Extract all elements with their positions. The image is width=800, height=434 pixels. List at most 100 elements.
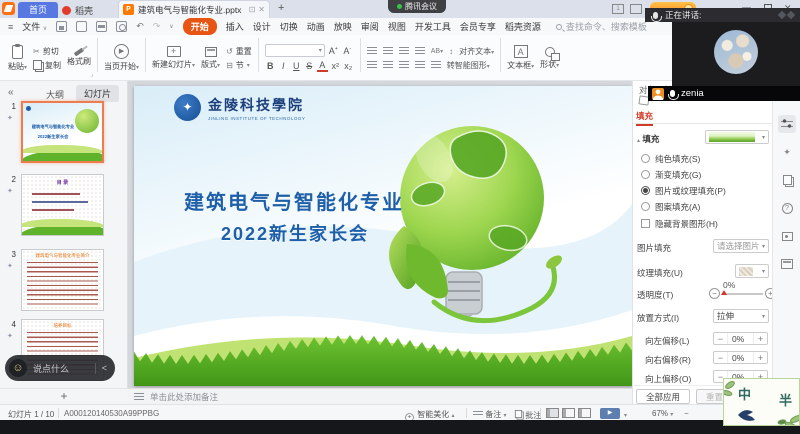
strip-effects-icon[interactable]: ✦ bbox=[778, 143, 796, 161]
group-expander-icon[interactable]: ⌟ bbox=[90, 71, 93, 78]
strip-properties-icon[interactable] bbox=[778, 115, 796, 133]
meeting-dock-pill[interactable]: 腾讯会议 bbox=[388, 0, 446, 13]
grow-font-icon[interactable]: A+ bbox=[328, 46, 339, 56]
layout-button[interactable]: 版式▾ bbox=[201, 47, 220, 70]
strip-pages-icon[interactable] bbox=[778, 171, 796, 189]
transparency-minus-icon[interactable]: − bbox=[709, 288, 720, 299]
paste-button[interactable]: 粘贴▾ bbox=[8, 45, 27, 72]
line-spacing-icon[interactable] bbox=[431, 61, 441, 69]
redo-icon[interactable]: ↷ bbox=[153, 21, 161, 32]
cut-button[interactable]: ✂剪切 bbox=[33, 46, 61, 57]
sort-text-icon[interactable]: ↕ bbox=[449, 47, 453, 56]
fill-option-pattern[interactable]: 图案填充(A) bbox=[641, 201, 700, 213]
meeting-chat-bubble[interactable]: ☺ 说点什么 < bbox=[5, 355, 115, 381]
slide-title-line1[interactable]: 建筑电气与智能化专业 bbox=[162, 186, 426, 215]
strip-image-icon[interactable] bbox=[778, 227, 796, 245]
superscript-button[interactable]: x² bbox=[330, 61, 341, 71]
bold-button[interactable]: B bbox=[265, 61, 276, 71]
shape-button[interactable]: 形状▾ bbox=[540, 47, 559, 70]
tab-pin-icon[interactable]: ⊡ bbox=[249, 5, 256, 14]
transparency-track[interactable] bbox=[723, 293, 763, 295]
strip-help-icon[interactable]: ? bbox=[778, 199, 796, 217]
underline-button[interactable]: U bbox=[291, 61, 302, 71]
slide-thumbnail-3[interactable]: 建筑电气与智能化专业简介 bbox=[21, 249, 104, 311]
slideshow-play-button[interactable]: ▶ bbox=[600, 408, 620, 419]
increase-indent-icon[interactable] bbox=[415, 47, 425, 55]
quickbar-more-icon[interactable]: ∨ bbox=[169, 23, 173, 30]
collapse-panel-icon[interactable]: « bbox=[8, 87, 14, 98]
slides-tab[interactable]: 幻灯片 bbox=[76, 85, 119, 102]
format-painter-button[interactable]: 格式刷 bbox=[67, 50, 91, 67]
decrease-indent-icon[interactable] bbox=[399, 47, 409, 55]
new-slide-button[interactable]: +新建幻灯片▾ bbox=[152, 46, 195, 70]
notes-bar[interactable]: 单击此处添加备注 bbox=[128, 388, 632, 404]
meeting-video-window[interactable] bbox=[672, 22, 800, 86]
emoji-icon[interactable]: ☺ bbox=[9, 359, 27, 377]
fill-option-gradient[interactable]: 渐变填充(G) bbox=[641, 169, 701, 181]
tab-close-icon[interactable]: ✕ bbox=[258, 5, 265, 14]
meeting-speaking-bar[interactable]: 正在讲话: bbox=[645, 8, 800, 22]
slide-sorter-icon[interactable] bbox=[562, 408, 575, 418]
subscript-button[interactable]: x₂ bbox=[343, 61, 354, 71]
texture-fill-dropdown[interactable]: ▾ bbox=[735, 264, 769, 278]
print-icon[interactable] bbox=[96, 21, 107, 32]
justify-icon[interactable] bbox=[415, 61, 425, 69]
align-left-icon[interactable] bbox=[367, 61, 377, 69]
tab-start[interactable]: 开始 bbox=[183, 18, 217, 35]
tab-insert[interactable]: 插入 bbox=[226, 20, 244, 33]
align-text-button[interactable]: 对齐文本▾ bbox=[459, 46, 494, 57]
tab-member[interactable]: 会员专享 bbox=[460, 20, 496, 33]
section-button[interactable]: ⊟节▾ bbox=[226, 60, 252, 71]
reset-button[interactable]: ↺重置 bbox=[226, 46, 252, 57]
fill-preset-dropdown[interactable]: ▾ bbox=[705, 130, 769, 144]
align-right-icon[interactable] bbox=[399, 61, 409, 69]
tab-design[interactable]: 设计 bbox=[253, 20, 271, 33]
desktop-widget[interactable]: 中 半 bbox=[723, 378, 800, 426]
chat-placeholder[interactable]: 说点什么 bbox=[33, 362, 89, 375]
strikethrough-button[interactable]: S bbox=[304, 61, 315, 71]
fill-section-header[interactable]: ▴ 填充 bbox=[637, 133, 659, 145]
notes-toggle-button[interactable]: 备注 ▾ bbox=[473, 409, 506, 420]
outline-tab[interactable]: 大纲 bbox=[46, 88, 64, 101]
font-color-button[interactable]: A bbox=[317, 60, 328, 72]
slide-thumbnail-2[interactable]: 目 录 bbox=[21, 174, 104, 236]
tab-animation[interactable]: 动画 bbox=[307, 20, 325, 33]
play-options-icon[interactable]: ▾ bbox=[624, 412, 627, 419]
offset-right-stepper[interactable]: −0%+ bbox=[713, 351, 768, 364]
zoom-level[interactable]: 67% ▾ bbox=[652, 409, 673, 418]
copy-button[interactable]: 复制 bbox=[33, 60, 61, 71]
play-from-current-button[interactable]: ▶当页开始▾ bbox=[104, 44, 139, 72]
textbox-button[interactable]: A文本框▾ bbox=[507, 45, 534, 71]
numbering-icon[interactable] bbox=[383, 47, 393, 55]
tab-review[interactable]: 审阅 bbox=[361, 20, 379, 33]
to-smartart-button[interactable]: 转智能图形▾ bbox=[447, 60, 490, 71]
slideshow-window-icon[interactable]: 1 bbox=[612, 4, 624, 14]
align-center-icon[interactable] bbox=[383, 61, 393, 69]
undo-icon[interactable]: ↶ bbox=[136, 21, 144, 32]
command-search[interactable]: 查找命令、搜索模板 bbox=[556, 20, 647, 33]
fill-option-solid[interactable]: 纯色填充(S) bbox=[641, 153, 700, 165]
slide-thumbnail-1[interactable]: 建筑电气与智能化专业 2022新生家长会 bbox=[21, 101, 104, 163]
hide-background-checkbox[interactable]: 隐藏背景图形(H) bbox=[641, 218, 718, 230]
print-preview-icon[interactable] bbox=[116, 21, 127, 32]
add-slide-button[interactable]: + bbox=[60, 389, 67, 403]
tab-view[interactable]: 视图 bbox=[388, 20, 406, 33]
slide-canvas[interactable]: ✦ 金陵科技學院 JINLING INSTITUTE OF TECHNOLOGY… bbox=[134, 86, 632, 386]
reading-view-icon[interactable] bbox=[578, 408, 591, 418]
bullets-icon[interactable] bbox=[367, 47, 377, 55]
text-direction-icon[interactable]: AB▾ bbox=[431, 48, 443, 55]
transparency-handle[interactable] bbox=[721, 290, 727, 295]
italic-button[interactable]: I bbox=[278, 61, 289, 71]
tab-devtools[interactable]: 开发工具 bbox=[415, 20, 451, 33]
tab-transition[interactable]: 切换 bbox=[280, 20, 298, 33]
offset-left-stepper[interactable]: −0%+ bbox=[713, 332, 768, 345]
collapse-chat-icon[interactable]: < bbox=[102, 363, 107, 373]
apply-all-button[interactable]: 全部应用 bbox=[636, 389, 690, 404]
font-name-select[interactable]: ▾ bbox=[265, 44, 325, 57]
placement-dropdown[interactable]: 拉伸▾ bbox=[713, 309, 769, 323]
arrange-windows-icon[interactable] bbox=[630, 4, 642, 14]
normal-view-icon[interactable] bbox=[546, 408, 559, 418]
hamburger-menu-icon[interactable]: ≡ bbox=[8, 22, 13, 32]
notes-placeholder[interactable]: 单击此处添加备注 bbox=[150, 391, 218, 403]
document-tab[interactable]: P 建筑电气与智能化专业.pptx ⊡ ✕ bbox=[118, 0, 270, 18]
